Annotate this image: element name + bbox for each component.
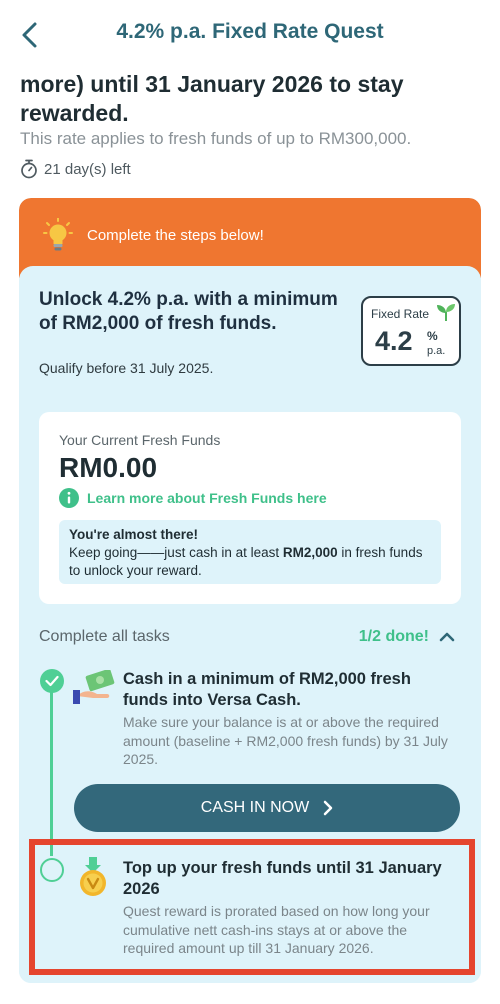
days-left-text: 21 day(s) left bbox=[44, 160, 131, 178]
rate-percent: % bbox=[427, 329, 438, 343]
learn-more-link[interactable]: Learn more about Fresh Funds here bbox=[59, 488, 327, 508]
banner-text: Complete the steps below! bbox=[87, 226, 264, 244]
almost-there-note: You're almost there! Keep going——just ca… bbox=[59, 520, 441, 584]
almost-amount: RM2,000 bbox=[282, 545, 338, 560]
fresh-funds-value: RM0.00 bbox=[59, 452, 158, 483]
rate-value: 4.2 bbox=[375, 326, 413, 356]
tasks-progress: 1/2 done! bbox=[358, 628, 429, 645]
page-title: 4.2% p.a. Fixed Rate Quest bbox=[116, 20, 384, 43]
lightbulb-icon bbox=[43, 218, 73, 251]
cash-in-now-label: CASH IN NOW bbox=[200, 799, 310, 816]
cash-in-hand-icon bbox=[73, 670, 115, 704]
task1-title: Cash in a minimum of RM2,000 fresh funds… bbox=[123, 670, 411, 709]
qualify-date: Qualify before 31 July 2025. bbox=[39, 360, 214, 376]
almost-there-title: You're almost there! bbox=[69, 527, 198, 542]
unlock-title: Unlock 4.2% p.a. with a minimum of RM2,0… bbox=[39, 289, 338, 334]
chevron-up-icon bbox=[439, 632, 455, 642]
highlight-box bbox=[29, 839, 475, 975]
info-icon bbox=[59, 488, 79, 508]
rate-pa: p.a. bbox=[427, 345, 446, 357]
quest-title: more) until 31 January 2026 to stay rewa… bbox=[20, 71, 404, 126]
learn-more-text: Learn more about Fresh Funds here bbox=[87, 490, 327, 506]
fresh-funds-panel: Your Current Fresh Funds RM0.00 Learn mo… bbox=[39, 412, 461, 604]
chevron-right-icon bbox=[323, 800, 333, 816]
almost-there-text: Keep going——just cash in at least RM2,00… bbox=[69, 545, 423, 578]
tasks-label: Complete all tasks bbox=[39, 628, 170, 645]
top-bar: 4.2% p.a. Fixed Rate Quest bbox=[0, 0, 500, 68]
sprout-icon bbox=[437, 304, 455, 321]
days-left: 21 day(s) left bbox=[20, 159, 131, 179]
stopwatch-icon bbox=[21, 159, 37, 179]
fresh-funds-label: Your Current Fresh Funds bbox=[59, 432, 221, 448]
task-complete-check bbox=[40, 669, 64, 693]
timeline-line bbox=[50, 686, 53, 856]
checkmark-icon bbox=[45, 675, 59, 687]
quest-subtitle: This rate applies to fresh funds of up t… bbox=[20, 129, 412, 148]
rate-label: Fixed Rate bbox=[371, 307, 430, 321]
fixed-rate-badge: Fixed Rate 4.2 % p.a. bbox=[361, 296, 461, 366]
task1-description: Make sure your balance is at or above th… bbox=[123, 714, 448, 767]
cash-in-now-button[interactable]: CASH IN NOW bbox=[74, 784, 460, 832]
tasks-progress-toggle[interactable]: 1/2 done! bbox=[359, 628, 455, 646]
